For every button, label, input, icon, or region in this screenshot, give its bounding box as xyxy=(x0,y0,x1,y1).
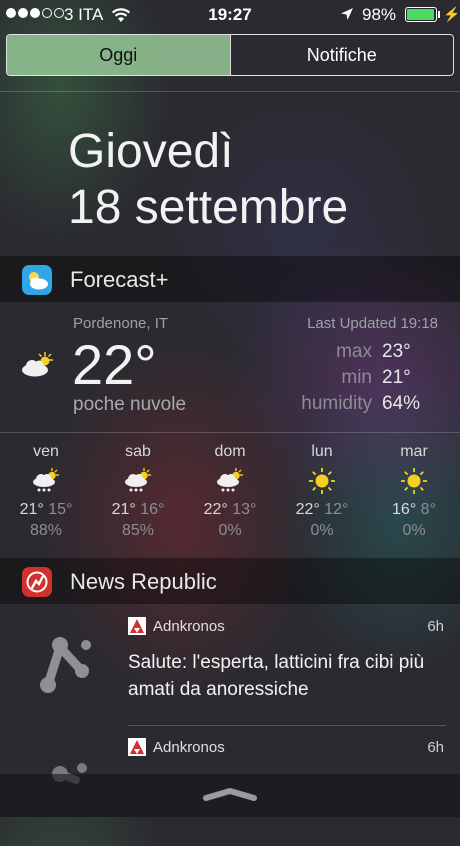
day-name: ven xyxy=(33,443,59,460)
view-segmented-control: Oggi Notifiche xyxy=(6,34,454,76)
max-value: 23° xyxy=(382,341,411,362)
day-precip: 0% xyxy=(402,522,426,539)
day-high: 16° xyxy=(392,501,417,518)
divider xyxy=(0,432,460,433)
date-header: Giovedì 18 settembre xyxy=(68,124,348,236)
sun-icon xyxy=(401,468,427,494)
max-label: max xyxy=(336,341,372,362)
day-precip: 0% xyxy=(218,522,242,539)
day-temps: 21° 16° xyxy=(92,501,184,519)
news-source: Adnkronos xyxy=(153,739,225,756)
adnkronos-logo-icon xyxy=(128,738,146,756)
day-name: dom xyxy=(214,443,246,460)
weather-max-row: max 23° xyxy=(336,341,420,363)
day-low: 15° xyxy=(48,501,73,518)
day-low: 13° xyxy=(232,501,257,518)
forecast-app-icon xyxy=(22,265,52,295)
divider xyxy=(0,91,460,92)
day-high: 21° xyxy=(19,501,44,518)
day-temps: 21° 15° xyxy=(0,501,92,519)
day-temps: 22° 12° xyxy=(276,501,368,519)
day-high: 22° xyxy=(203,501,228,518)
battery-percentage: 98% xyxy=(362,5,397,24)
forecast-day: ven 21° 15° 88% xyxy=(0,443,92,540)
humidity-label: humidity xyxy=(301,393,372,414)
date-text: 18 settembre xyxy=(68,181,349,234)
day-low: 12° xyxy=(324,501,349,518)
day-high: 22° xyxy=(295,501,320,518)
forecast-day: mar 16° 8° 0% xyxy=(368,443,460,540)
close-grabber-handle[interactable] xyxy=(200,784,260,804)
rain-sun-icon xyxy=(217,468,243,492)
news-republic-app-icon xyxy=(22,567,52,597)
news-item[interactable]: Adnkronos 6h Salute: l'esperta, latticin… xyxy=(0,605,460,725)
day-name: lun xyxy=(311,443,333,460)
partly-cloudy-icon xyxy=(22,352,53,377)
forecast-day: lun 22° 12° 0% xyxy=(276,443,368,540)
day-low: 8° xyxy=(420,501,436,518)
min-value: 21° xyxy=(382,367,411,388)
news-time: 6h xyxy=(427,618,444,635)
min-label: min xyxy=(341,367,372,388)
news-app-name: News Republic xyxy=(70,569,217,594)
battery-level xyxy=(407,9,435,20)
day-low: 16° xyxy=(140,501,165,518)
forecast-widget-header[interactable]: Forecast+ xyxy=(0,256,460,302)
day-temps: 16° 8° xyxy=(368,501,460,519)
day-name: sab xyxy=(125,443,151,460)
notification-center-footer xyxy=(0,774,460,817)
location-arrow-icon xyxy=(341,8,353,20)
weather-humidity-row: humidity 64% xyxy=(301,393,420,415)
news-widget-header[interactable]: News Republic xyxy=(0,558,460,604)
news-source: Adnkronos xyxy=(153,618,225,635)
humidity-value: 64% xyxy=(382,393,421,414)
charging-bolt-icon: ⚡ xyxy=(443,6,460,22)
forecast-day: dom 22° 13° 0% xyxy=(184,443,276,540)
rain-sun-icon xyxy=(125,468,151,492)
adnkronos-logo-icon xyxy=(128,617,146,635)
forecast-day: sab 21° 16° 85% xyxy=(92,443,184,540)
weather-condition: poche nuvole xyxy=(73,394,187,415)
day-high: 21° xyxy=(111,501,136,518)
battery-icon xyxy=(405,7,437,22)
tab-notifiche[interactable]: Notifiche xyxy=(229,35,454,75)
day-temps: 22° 13° xyxy=(184,501,276,519)
day-name: mar xyxy=(400,443,428,460)
rain-sun-icon xyxy=(33,468,59,492)
day-precip: 0% xyxy=(310,522,334,539)
news-placeholder-icon xyxy=(40,637,91,693)
status-bar: 3 ITA 19:27 98% ⚡ xyxy=(0,0,460,30)
weather-location: Pordenone, IT xyxy=(73,315,169,332)
news-headline: Salute: l'esperta, latticini fra cibi pi… xyxy=(128,652,425,700)
sun-icon xyxy=(309,468,335,494)
current-temperature: 22° xyxy=(72,333,157,396)
day-precip: 85% xyxy=(121,522,155,539)
tab-oggi[interactable]: Oggi xyxy=(7,35,230,75)
day-precip: 88% xyxy=(29,522,63,539)
news-time: 6h xyxy=(427,739,444,756)
weekday: Giovedì xyxy=(68,125,234,178)
battery-tip xyxy=(438,11,440,18)
forecast-app-name: Forecast+ xyxy=(70,267,169,292)
last-updated: Last Updated 19:18 xyxy=(307,315,438,332)
weather-min-row: min 21° xyxy=(341,367,420,389)
